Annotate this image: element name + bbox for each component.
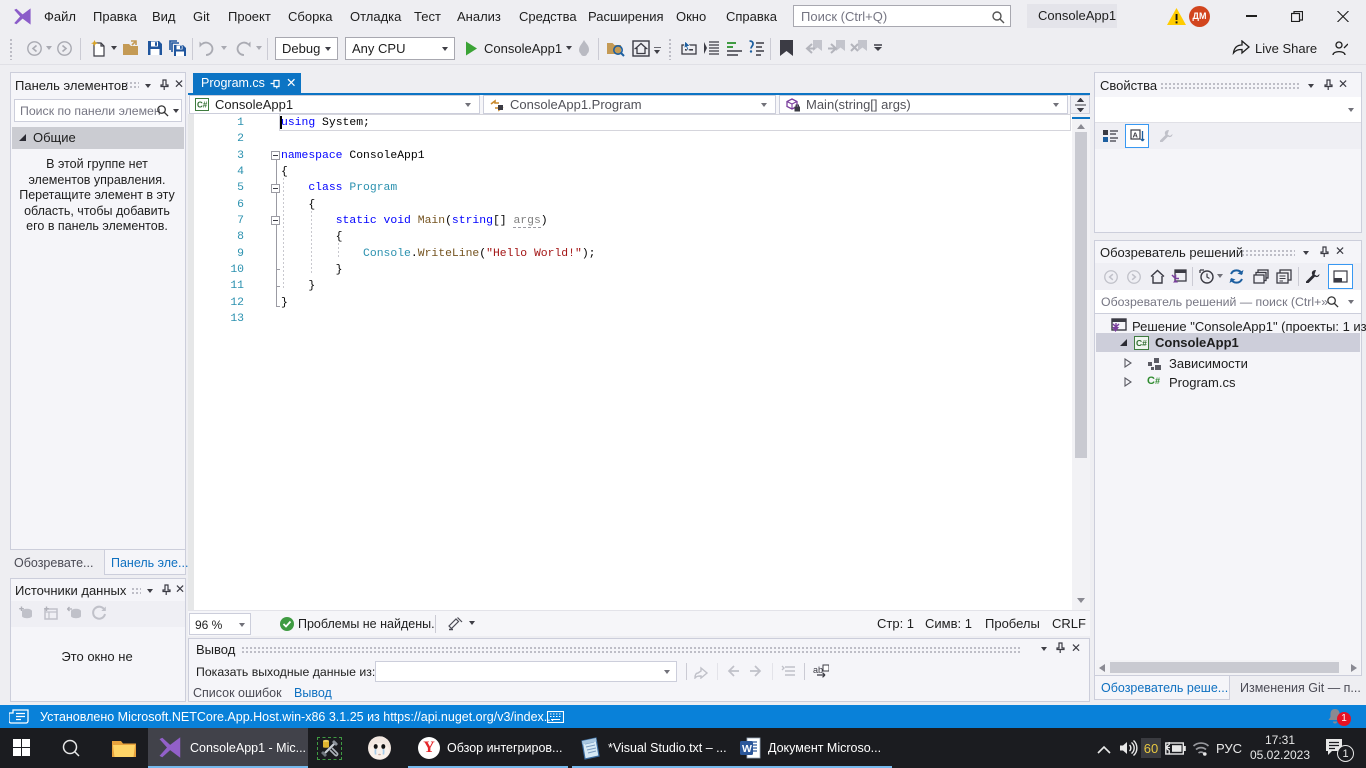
svg-text:C#: C# <box>1136 338 1147 348</box>
svg-text:W: W <box>742 743 752 755</box>
svg-text:ab: ab <box>813 665 823 675</box>
svg-text:C#: C# <box>197 101 208 110</box>
svg-text:A: A <box>1133 131 1139 140</box>
